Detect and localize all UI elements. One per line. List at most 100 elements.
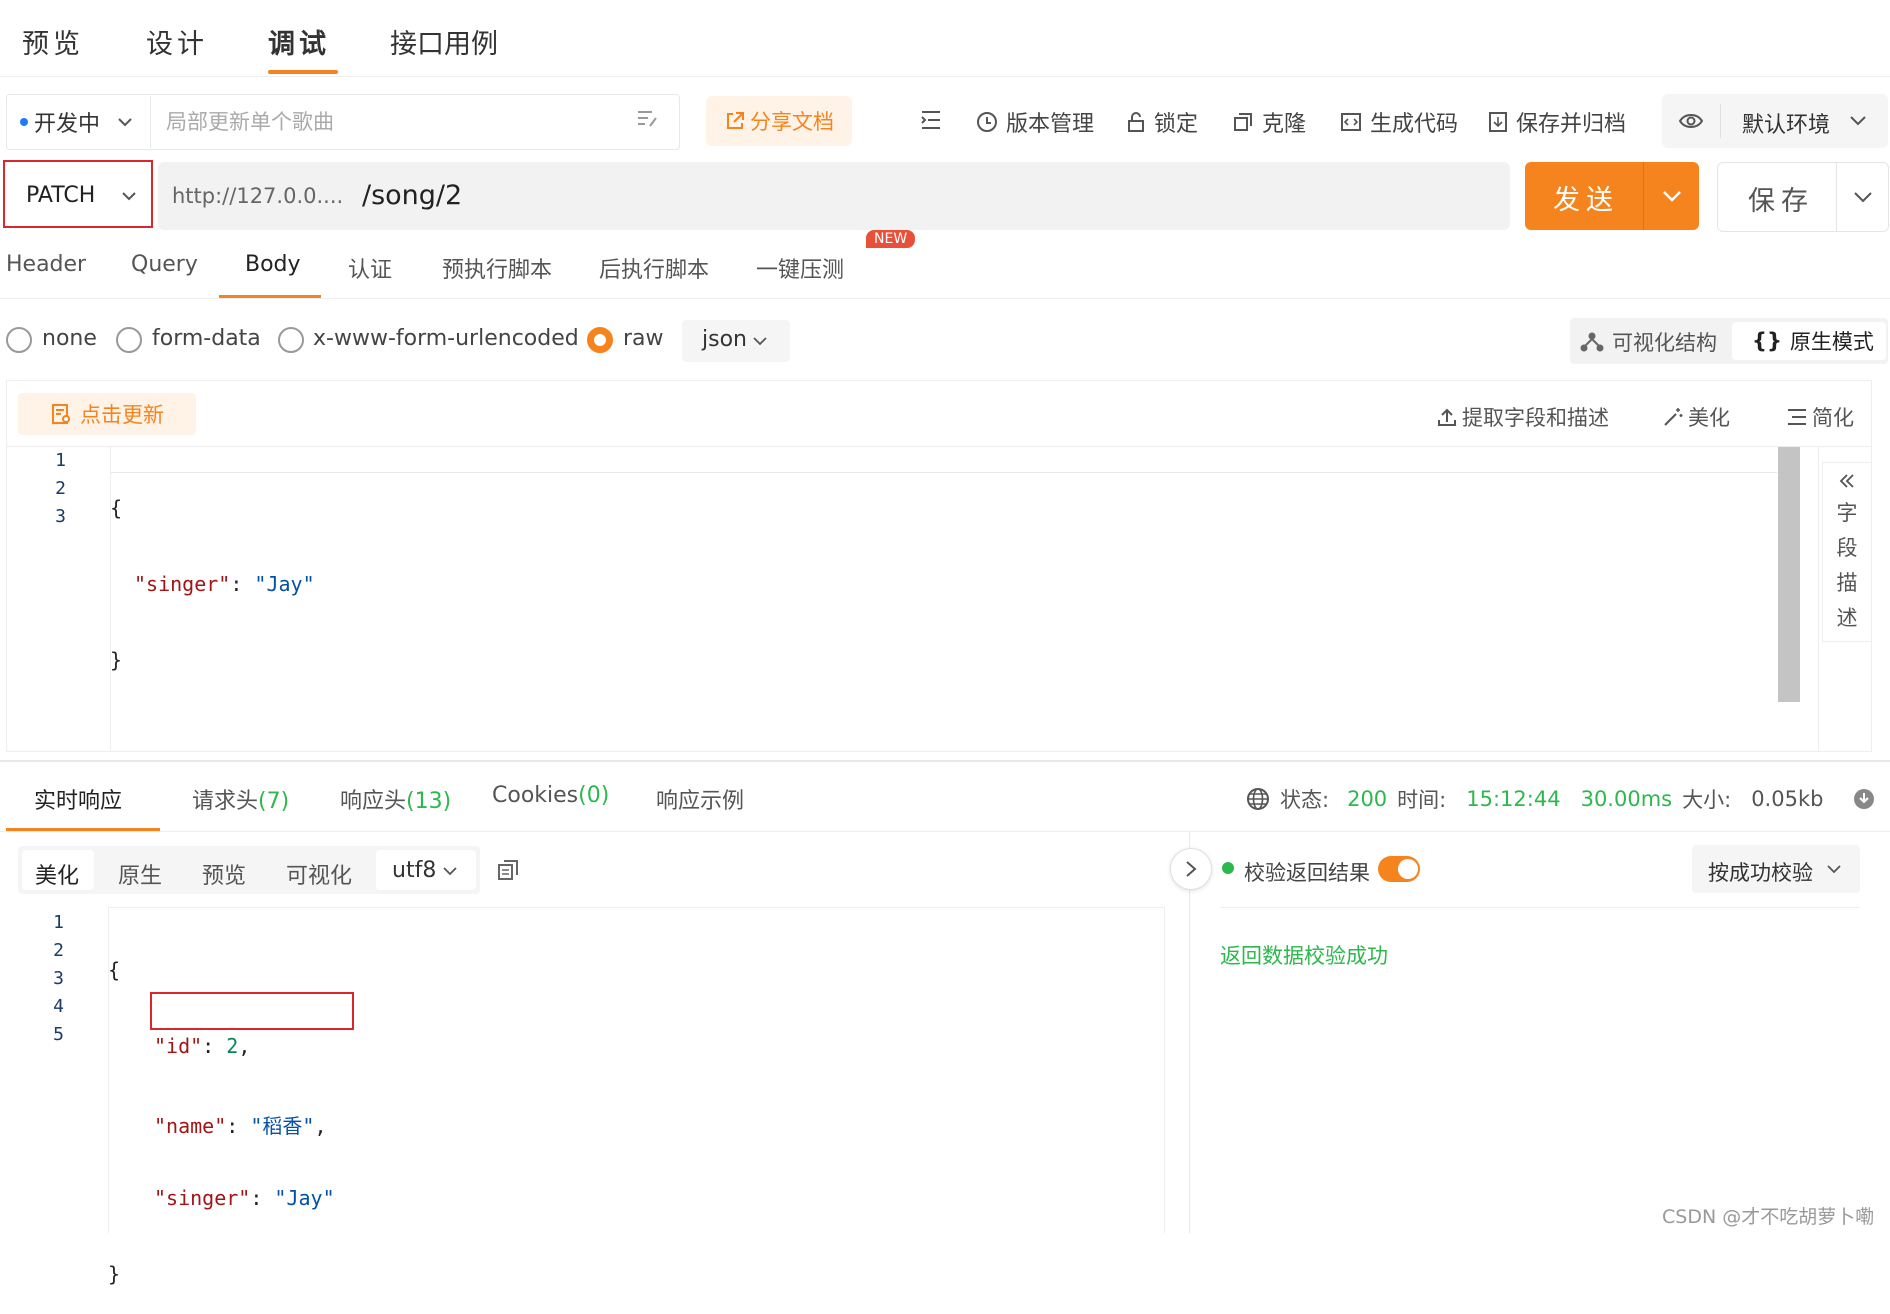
chevron-down-icon[interactable] [1661, 186, 1683, 206]
structure-icon [1580, 332, 1604, 352]
tab-body[interactable]: Body [245, 252, 301, 277]
tab-response-headers[interactable]: 响应头(13) [340, 783, 451, 815]
tab-post-script[interactable]: 后执行脚本 [599, 252, 709, 284]
response-duration: 30.00ms [1580, 787, 1673, 811]
validation-toggle[interactable] [1378, 856, 1420, 882]
line-number: 3 [55, 506, 66, 527]
format-raw-button[interactable]: 原生 [118, 858, 162, 890]
magic-wand-icon [1664, 408, 1683, 426]
version-button[interactable]: 版本管理 [976, 106, 1094, 138]
top-divider [0, 76, 1890, 77]
line-number: 1 [53, 912, 64, 933]
extract-fields-button[interactable]: 提取字段和描述 [1436, 402, 1609, 432]
clone-label: 克隆 [1262, 112, 1307, 137]
status-code: 200 [1347, 787, 1388, 811]
size-label: 大小: [1682, 788, 1732, 812]
save-button[interactable]: 保存 [1717, 162, 1889, 232]
tab-request-headers[interactable]: 请求头(7) [192, 783, 289, 815]
radio-form-data[interactable] [116, 327, 142, 353]
braces-icon: {} [1752, 329, 1782, 353]
tab-realtime-response[interactable]: 实时响应 [34, 783, 122, 815]
share-icon [727, 112, 744, 129]
save-archive-button[interactable]: 保存并归档 [1488, 106, 1626, 138]
collapse-panel-button[interactable] [1170, 848, 1212, 890]
tab-pre-script[interactable]: 预执行脚本 [442, 252, 552, 284]
raw-format-dropdown[interactable]: json [682, 320, 790, 362]
list-icon [1788, 409, 1806, 425]
format-preview-button[interactable]: 预览 [202, 858, 246, 890]
simplify-label: 简化 [1812, 406, 1854, 430]
visual-structure-label: 可视化结构 [1612, 331, 1717, 355]
environment-selector[interactable]: 默认环境 [1662, 94, 1888, 148]
tab-debug[interactable]: 调试 [268, 22, 330, 61]
raw-mode-button[interactable]: {} 原生模式 [1732, 322, 1886, 360]
format-visual-button[interactable]: 可视化 [286, 858, 352, 890]
tab-query[interactable]: Query [131, 252, 198, 277]
tab-cookies[interactable]: Cookies(0) [492, 783, 609, 808]
request-body-editor[interactable]: { "singer": "Jay" } [110, 448, 315, 700]
editor-scrollbar[interactable] [1778, 447, 1800, 702]
tab-response-examples[interactable]: 响应示例 [656, 783, 744, 815]
save-label: 保存 [1748, 186, 1814, 217]
format-beautify-label: 美化 [35, 864, 80, 889]
update-doc-icon [52, 404, 70, 424]
divider [1836, 163, 1837, 231]
subtab-divider [0, 298, 1890, 299]
outline-icon[interactable] [920, 110, 942, 130]
validation-mode-label: 按成功校验 [1708, 861, 1813, 885]
click-update-button[interactable]: 点击更新 [18, 393, 196, 435]
tab-header[interactable]: Header [6, 252, 86, 277]
code-line: "id": 2, [154, 1034, 251, 1058]
url-path-input[interactable]: /song/2 [362, 180, 462, 211]
toggle-knob [1398, 859, 1418, 879]
response-status-bar: 状态: 200 时间: 15:12:44 30.00ms 大小: 0.05kb [1246, 784, 1875, 814]
radio-none[interactable] [6, 327, 32, 353]
chevron-down-icon[interactable] [1852, 187, 1874, 207]
radio-urlencoded[interactable] [278, 327, 304, 353]
base-url[interactable]: http://127.0.0.... [172, 184, 343, 208]
extract-fields-label: 提取字段和描述 [1462, 406, 1609, 430]
generate-code-button[interactable]: 生成代码 [1340, 106, 1458, 138]
download-icon[interactable] [1853, 788, 1875, 810]
api-name-input[interactable]: 局部更新单个歌曲 [166, 106, 334, 136]
response-body-viewer[interactable]: { "id": 2, "name": "稻香", "singer": "Jay"… [108, 910, 335, 1314]
simplify-button[interactable]: 简化 [1786, 402, 1854, 432]
clone-button[interactable]: 克隆 [1232, 106, 1306, 138]
response-divider-top [0, 760, 1890, 762]
validation-label: 校验返回结果 [1244, 861, 1370, 885]
raw-mode-label: 原生模式 [1789, 330, 1874, 354]
response-tabs-divider [0, 831, 1890, 832]
send-button[interactable]: 发送 [1525, 162, 1699, 230]
save-archive-label: 保存并归档 [1516, 112, 1627, 137]
visual-structure-button[interactable]: 可视化结构 [1580, 327, 1717, 357]
validation-mode-dropdown[interactable]: 按成功校验 [1692, 845, 1860, 893]
tab-api-cases[interactable]: 接口用例 [390, 22, 498, 61]
status-dropdown[interactable]: 开发中 [20, 106, 134, 138]
encoding-dropdown[interactable]: utf8 [376, 850, 476, 890]
validation-result: 返回数据校验成功 [1220, 944, 1388, 968]
beautify-button[interactable]: 美化 [1662, 402, 1730, 432]
radio-raw-label: raw [623, 326, 664, 351]
chevron-right-icon [1186, 861, 1197, 877]
tab-auth[interactable]: 认证 [348, 252, 392, 284]
tab-design[interactable]: 设计 [146, 22, 208, 61]
double-chevron-left-icon [1839, 474, 1854, 488]
beautify-label: 美化 [1688, 406, 1730, 430]
share-doc-button[interactable]: 分享文档 [706, 96, 852, 146]
eye-icon[interactable] [1678, 110, 1704, 132]
radio-none-label: none [42, 326, 97, 351]
tab-preview[interactable]: 预览 [22, 22, 84, 61]
tab-stress-test[interactable]: 一键压测 [756, 252, 844, 284]
watermark: CSDN @才不吃胡萝卜嘞 [1662, 1206, 1875, 1228]
radio-raw[interactable] [587, 327, 613, 353]
code-line: "singer": "Jay" [154, 1186, 335, 1210]
edit-list-icon[interactable] [636, 108, 660, 130]
lock-button[interactable]: 锁定 [1126, 106, 1198, 138]
chevron-down-icon [118, 118, 132, 127]
url-bar[interactable]: http://127.0.0.... /song/2 [158, 162, 1510, 230]
encoding-label: utf8 [392, 858, 437, 883]
code-line: } [108, 1262, 121, 1286]
field-description-panel-toggle[interactable]: 字 段 描 述 [1822, 462, 1872, 642]
copy-icon[interactable] [496, 858, 520, 882]
clock-icon [977, 112, 997, 132]
